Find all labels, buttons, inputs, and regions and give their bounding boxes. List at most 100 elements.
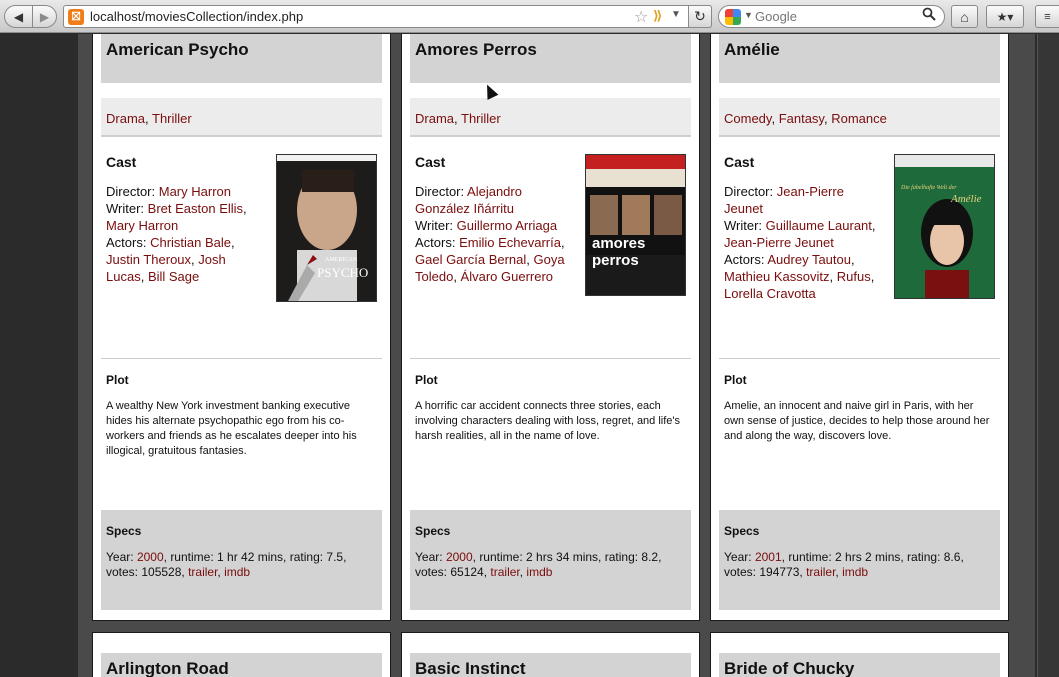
actor-link[interactable]: Rufus — [837, 269, 871, 284]
year-link[interactable]: 2001 — [755, 550, 782, 564]
rating-label: rating: — [289, 550, 324, 564]
poster-title-text: Amélie — [951, 193, 982, 205]
genre-box: Comedy, Fantasy, Romance — [719, 98, 1000, 137]
address-bar[interactable]: ⛝ localhost/moviesCollection/index.php ☆… — [63, 5, 712, 28]
title-box: Amores Perros — [410, 34, 691, 83]
movie-poster[interactable]: Die fabelhafte Welt der Amélie — [894, 154, 995, 299]
year-link[interactable]: 2000 — [446, 550, 473, 564]
director-label: Director: — [415, 184, 465, 199]
actor-link[interactable]: Audrey Tautou — [767, 252, 851, 267]
rating-label: rating: — [907, 550, 941, 564]
cast-heading: Cast — [106, 154, 137, 170]
bookmarks-icon: ★▾ — [996, 9, 1014, 24]
poster-top-text: Die fabelhafte Welt der — [901, 185, 957, 191]
trailer-link[interactable]: trailer — [490, 565, 519, 579]
imdb-link[interactable]: imdb — [842, 565, 868, 579]
votes-value: 65124 — [450, 565, 484, 579]
movie-card: Basic Instinct — [401, 632, 700, 677]
writer-link[interactable]: Guillaume Laurant — [766, 218, 872, 233]
year-label: Year: — [415, 550, 443, 564]
genre-link[interactable]: Thriller — [461, 111, 501, 126]
rss-feed-icon[interactable]: ⟫ — [653, 8, 662, 24]
imdb-link[interactable]: imdb — [526, 565, 552, 579]
section-divider — [410, 358, 691, 359]
history-dropdown-icon[interactable]: ▼ — [671, 9, 681, 20]
imdb-link[interactable]: imdb — [224, 565, 250, 579]
home-button[interactable]: ⌂ — [951, 5, 978, 28]
genre-link[interactable]: Romance — [831, 111, 887, 126]
specs-details: Year: 2001, runtime: 2 hrs 2 mins, ratin… — [724, 550, 964, 579]
search-input[interactable]: Google — [755, 9, 797, 24]
search-bar[interactable]: ▼ Google — [718, 5, 945, 28]
runtime-label: runtime: — [479, 550, 523, 564]
writer-link[interactable]: Bret Easton Ellis — [148, 201, 243, 216]
rating-label: rating: — [604, 550, 639, 564]
actors-label: Actors: — [106, 235, 147, 250]
genre-link[interactable]: Fantasy — [779, 111, 824, 126]
actor-link[interactable]: Álvaro Guerrero — [461, 269, 553, 284]
actors-label: Actors: — [415, 235, 456, 250]
specs-heading: Specs — [415, 524, 451, 538]
back-button[interactable]: ◀ — [4, 5, 33, 28]
movie-poster[interactable]: amores perros — [585, 154, 686, 296]
runtime-label: runtime: — [788, 550, 832, 564]
back-arrow-icon: ◀ — [13, 9, 24, 24]
actor-link[interactable]: Emilio Echevarría — [459, 235, 561, 250]
genre-box: Drama, Thriller — [101, 98, 382, 137]
bookmark-star-icon[interactable]: ☆ — [634, 7, 648, 27]
writer-link[interactable]: Guillermo Arriaga — [457, 218, 557, 233]
forward-arrow-icon: ▶ — [39, 9, 50, 24]
genre-link[interactable]: Drama — [106, 111, 145, 126]
genre-list: Comedy, Fantasy, Romance — [724, 111, 887, 126]
runtime-label: runtime: — [170, 550, 214, 564]
movie-card: Amélie Comedy, Fantasy, Romance Cast Dir… — [710, 34, 1009, 621]
specs-box: Specs Year: 2000, runtime: 1 hr 42 mins,… — [101, 510, 382, 610]
writer-link[interactable]: Mary Harron — [106, 218, 178, 233]
movie-title: Basic Instinct — [415, 659, 526, 677]
home-icon: ⌂ — [960, 8, 969, 25]
right-gutter[interactable] — [1037, 34, 1059, 677]
trailer-link[interactable]: trailer — [188, 565, 217, 579]
actor-link[interactable]: Christian Bale — [150, 235, 231, 250]
extension-button[interactable]: ≡ — [1035, 5, 1059, 28]
votes-label: votes: — [106, 565, 139, 579]
movie-title: Bride of Chucky — [724, 659, 855, 677]
cast-heading: Cast — [724, 154, 755, 170]
plot-heading: Plot — [415, 373, 438, 387]
movie-poster[interactable]: AMERICAN PSYCHO — [276, 154, 377, 302]
title-box: Basic Instinct — [410, 653, 691, 677]
title-box: Amélie — [719, 34, 1000, 83]
url-text[interactable]: localhost/moviesCollection/index.php — [90, 9, 303, 24]
votes-label: votes: — [724, 565, 757, 579]
writer-link[interactable]: Jean-Pierre Jeunet — [724, 235, 834, 250]
actor-link[interactable]: Justin Theroux — [106, 252, 191, 267]
director-link[interactable]: Mary Harron — [159, 184, 231, 199]
actor-link[interactable]: Bill Sage — [148, 269, 199, 284]
page-viewport: American Psycho Drama, Thriller Cast Dir… — [0, 34, 1059, 677]
movie-card: Arlington Road — [92, 632, 391, 677]
site-favicon-icon: ⛝ — [68, 9, 84, 25]
runtime-value: 2 hrs 2 mins — [835, 550, 901, 564]
reload-button[interactable]: ↻ — [688, 5, 712, 28]
actor-link[interactable]: Mathieu Kassovitz — [724, 269, 830, 284]
search-engine-dropdown-icon[interactable]: ▼ — [744, 10, 753, 20]
director-label: Director: — [724, 184, 774, 199]
genre-link[interactable]: Drama — [415, 111, 454, 126]
bookmarks-menu-button[interactable]: ★▾ — [986, 5, 1024, 28]
actor-link[interactable]: Lorella Cravotta — [724, 286, 816, 301]
search-engine-icon[interactable] — [725, 9, 741, 25]
magnifier-icon[interactable] — [922, 7, 936, 24]
reload-icon: ↻ — [694, 8, 706, 24]
trailer-link[interactable]: trailer — [806, 565, 835, 579]
actor-link[interactable]: Gael García Bernal — [415, 252, 526, 267]
extension-icon: ≡ — [1044, 10, 1051, 23]
specs-heading: Specs — [106, 524, 142, 538]
genre-link[interactable]: Comedy — [724, 111, 771, 126]
forward-button[interactable]: ▶ — [32, 5, 57, 28]
genre-link[interactable]: Thriller — [152, 111, 192, 126]
specs-details: Year: 2000, runtime: 2 hrs 34 mins, rati… — [415, 550, 662, 579]
director-label: Director: — [106, 184, 156, 199]
movie-card: Bride of Chucky — [710, 632, 1009, 677]
year-link[interactable]: 2000 — [137, 550, 164, 564]
runtime-value: 1 hr 42 mins — [217, 550, 284, 564]
